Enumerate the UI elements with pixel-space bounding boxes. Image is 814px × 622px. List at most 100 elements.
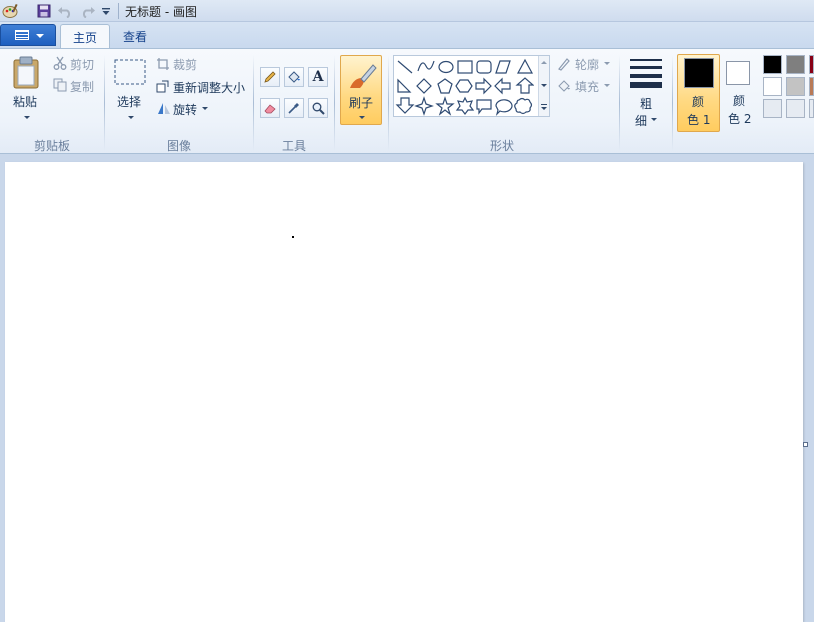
palette-black[interactable] (763, 55, 782, 74)
fill-tool[interactable] (284, 67, 304, 87)
size-button[interactable]: 粗 细 (626, 53, 666, 129)
palette-custom-3[interactable] (809, 99, 814, 118)
group-separator (104, 55, 105, 151)
pencil-tool[interactable] (260, 67, 280, 87)
copy-button[interactable]: 复制 (70, 78, 94, 95)
tools-group-label: 工具 (282, 139, 307, 153)
tab-home[interactable]: 主页 (60, 24, 111, 49)
hexagon-shape-icon (455, 79, 473, 93)
select-icon[interactable] (113, 57, 147, 87)
shapes-gallery-scroll[interactable] (538, 56, 549, 116)
canvas-resize-handle[interactable] (803, 442, 808, 447)
rotate-icon[interactable] (155, 100, 171, 116)
polygon-shape-icon (495, 60, 511, 74)
rounded-rectangle-shape-icon (476, 60, 492, 74)
fill-icon[interactable] (556, 78, 572, 94)
ribbon: 粘贴 剪切 复制 剪贴板 选择 裁剪 重新调整大小 旋转 图像 A 工具 刷子 … (0, 48, 814, 154)
size-icon (630, 59, 662, 88)
fill-bucket-icon (288, 71, 300, 83)
paste-dropdown-icon[interactable] (24, 116, 30, 119)
drawing-canvas[interactable] (5, 162, 803, 622)
pentagon-shape-icon (437, 78, 453, 94)
arrow-right-shape-icon (475, 77, 492, 95)
size-dropdown-icon (651, 118, 657, 121)
resize-icon[interactable] (155, 78, 171, 94)
brushes-dropdown-icon (359, 116, 365, 119)
cut-icon[interactable] (52, 55, 68, 71)
eraser-tool[interactable] (260, 98, 280, 118)
group-separator (619, 55, 620, 151)
brushes-button[interactable]: 刷子 (340, 55, 382, 125)
canvas-pixel-mark (292, 236, 294, 238)
rounded-callout-shape-icon (476, 99, 492, 115)
outline-icon[interactable] (556, 56, 572, 72)
color1-button[interactable]: 颜 色 1 (677, 54, 720, 132)
fill-dropdown-icon[interactable] (604, 84, 610, 87)
paste-icon[interactable] (10, 55, 42, 91)
color1-swatch (684, 58, 714, 88)
ribbon-tab-row: 主页 查看 (0, 22, 814, 49)
customize-quick-access-icon[interactable] (99, 2, 113, 20)
pencil-icon (264, 71, 276, 83)
curve-shape-icon (417, 60, 435, 72)
resize-button[interactable]: 重新调整大小 (173, 79, 245, 96)
outline-button[interactable]: 轮廓 (575, 56, 599, 73)
cut-button[interactable]: 剪切 (70, 56, 94, 73)
color-picker-icon (288, 103, 299, 114)
magnifier-tool[interactable] (308, 98, 328, 118)
paint-menu-button[interactable] (0, 24, 56, 46)
triangle-shape-icon (516, 58, 534, 74)
palette-white[interactable] (763, 77, 782, 96)
arrow-left-shape-icon (494, 77, 511, 95)
shapes-group-label: 形状 (490, 139, 515, 153)
color2-button[interactable]: 颜 色 2 (724, 54, 758, 132)
crop-button[interactable]: 裁剪 (173, 56, 197, 73)
group-separator (388, 55, 389, 151)
select-dropdown-icon[interactable] (128, 116, 134, 119)
color2-label-line1: 颜 (733, 94, 746, 108)
brush-icon (350, 64, 377, 88)
palette-gray[interactable] (786, 55, 805, 74)
select-button[interactable]: 选择 (117, 93, 141, 110)
brushes-label: 刷子 (349, 96, 374, 110)
eraser-icon (264, 104, 276, 114)
undo-icon[interactable] (55, 2, 75, 20)
six-point-star-shape-icon (455, 96, 475, 115)
window-title: 无标题 - 画图 (125, 5, 197, 19)
five-point-star-shape-icon (435, 96, 455, 116)
group-separator (334, 55, 335, 151)
crop-icon[interactable] (155, 56, 171, 72)
expand-gallery-icon[interactable] (541, 104, 547, 105)
palette-custom-1[interactable] (763, 99, 782, 118)
text-tool[interactable]: A (308, 67, 328, 87)
color2-swatch (726, 61, 750, 85)
menu-icon (15, 30, 29, 40)
palette-dark-red[interactable] (809, 55, 814, 74)
size-label-line1: 粗 (640, 97, 653, 111)
rotate-dropdown-icon[interactable] (202, 107, 208, 110)
tab-view[interactable]: 查看 (111, 24, 159, 48)
right-triangle-shape-icon (397, 78, 412, 93)
rotate-button[interactable]: 旋转 (173, 101, 197, 118)
paste-button[interactable]: 粘贴 (13, 93, 37, 110)
palette-light-gray[interactable] (786, 77, 805, 96)
diamond-shape-icon (416, 78, 432, 94)
color1-label-line2: 色 1 (687, 113, 711, 127)
group-separator (253, 55, 254, 151)
copy-icon[interactable] (52, 77, 68, 93)
scroll-down-icon[interactable] (541, 84, 547, 87)
expand-gallery-arrow-icon[interactable] (541, 107, 547, 110)
palette-brown[interactable] (809, 77, 814, 96)
arrow-down-shape-icon (395, 97, 415, 114)
arrow-up-shape-icon (515, 77, 534, 94)
outline-dropdown-icon[interactable] (604, 62, 610, 65)
color-picker-tool[interactable] (284, 98, 304, 118)
redo-icon[interactable] (78, 2, 98, 20)
scroll-up-icon[interactable] (541, 61, 547, 64)
chevron-down-icon (36, 34, 44, 38)
save-icon[interactable] (35, 2, 53, 20)
fill-button[interactable]: 填充 (575, 78, 599, 95)
color2-label-line2: 色 2 (728, 112, 752, 126)
paint-app-icon[interactable] (1, 2, 19, 20)
palette-custom-2[interactable] (786, 99, 805, 118)
